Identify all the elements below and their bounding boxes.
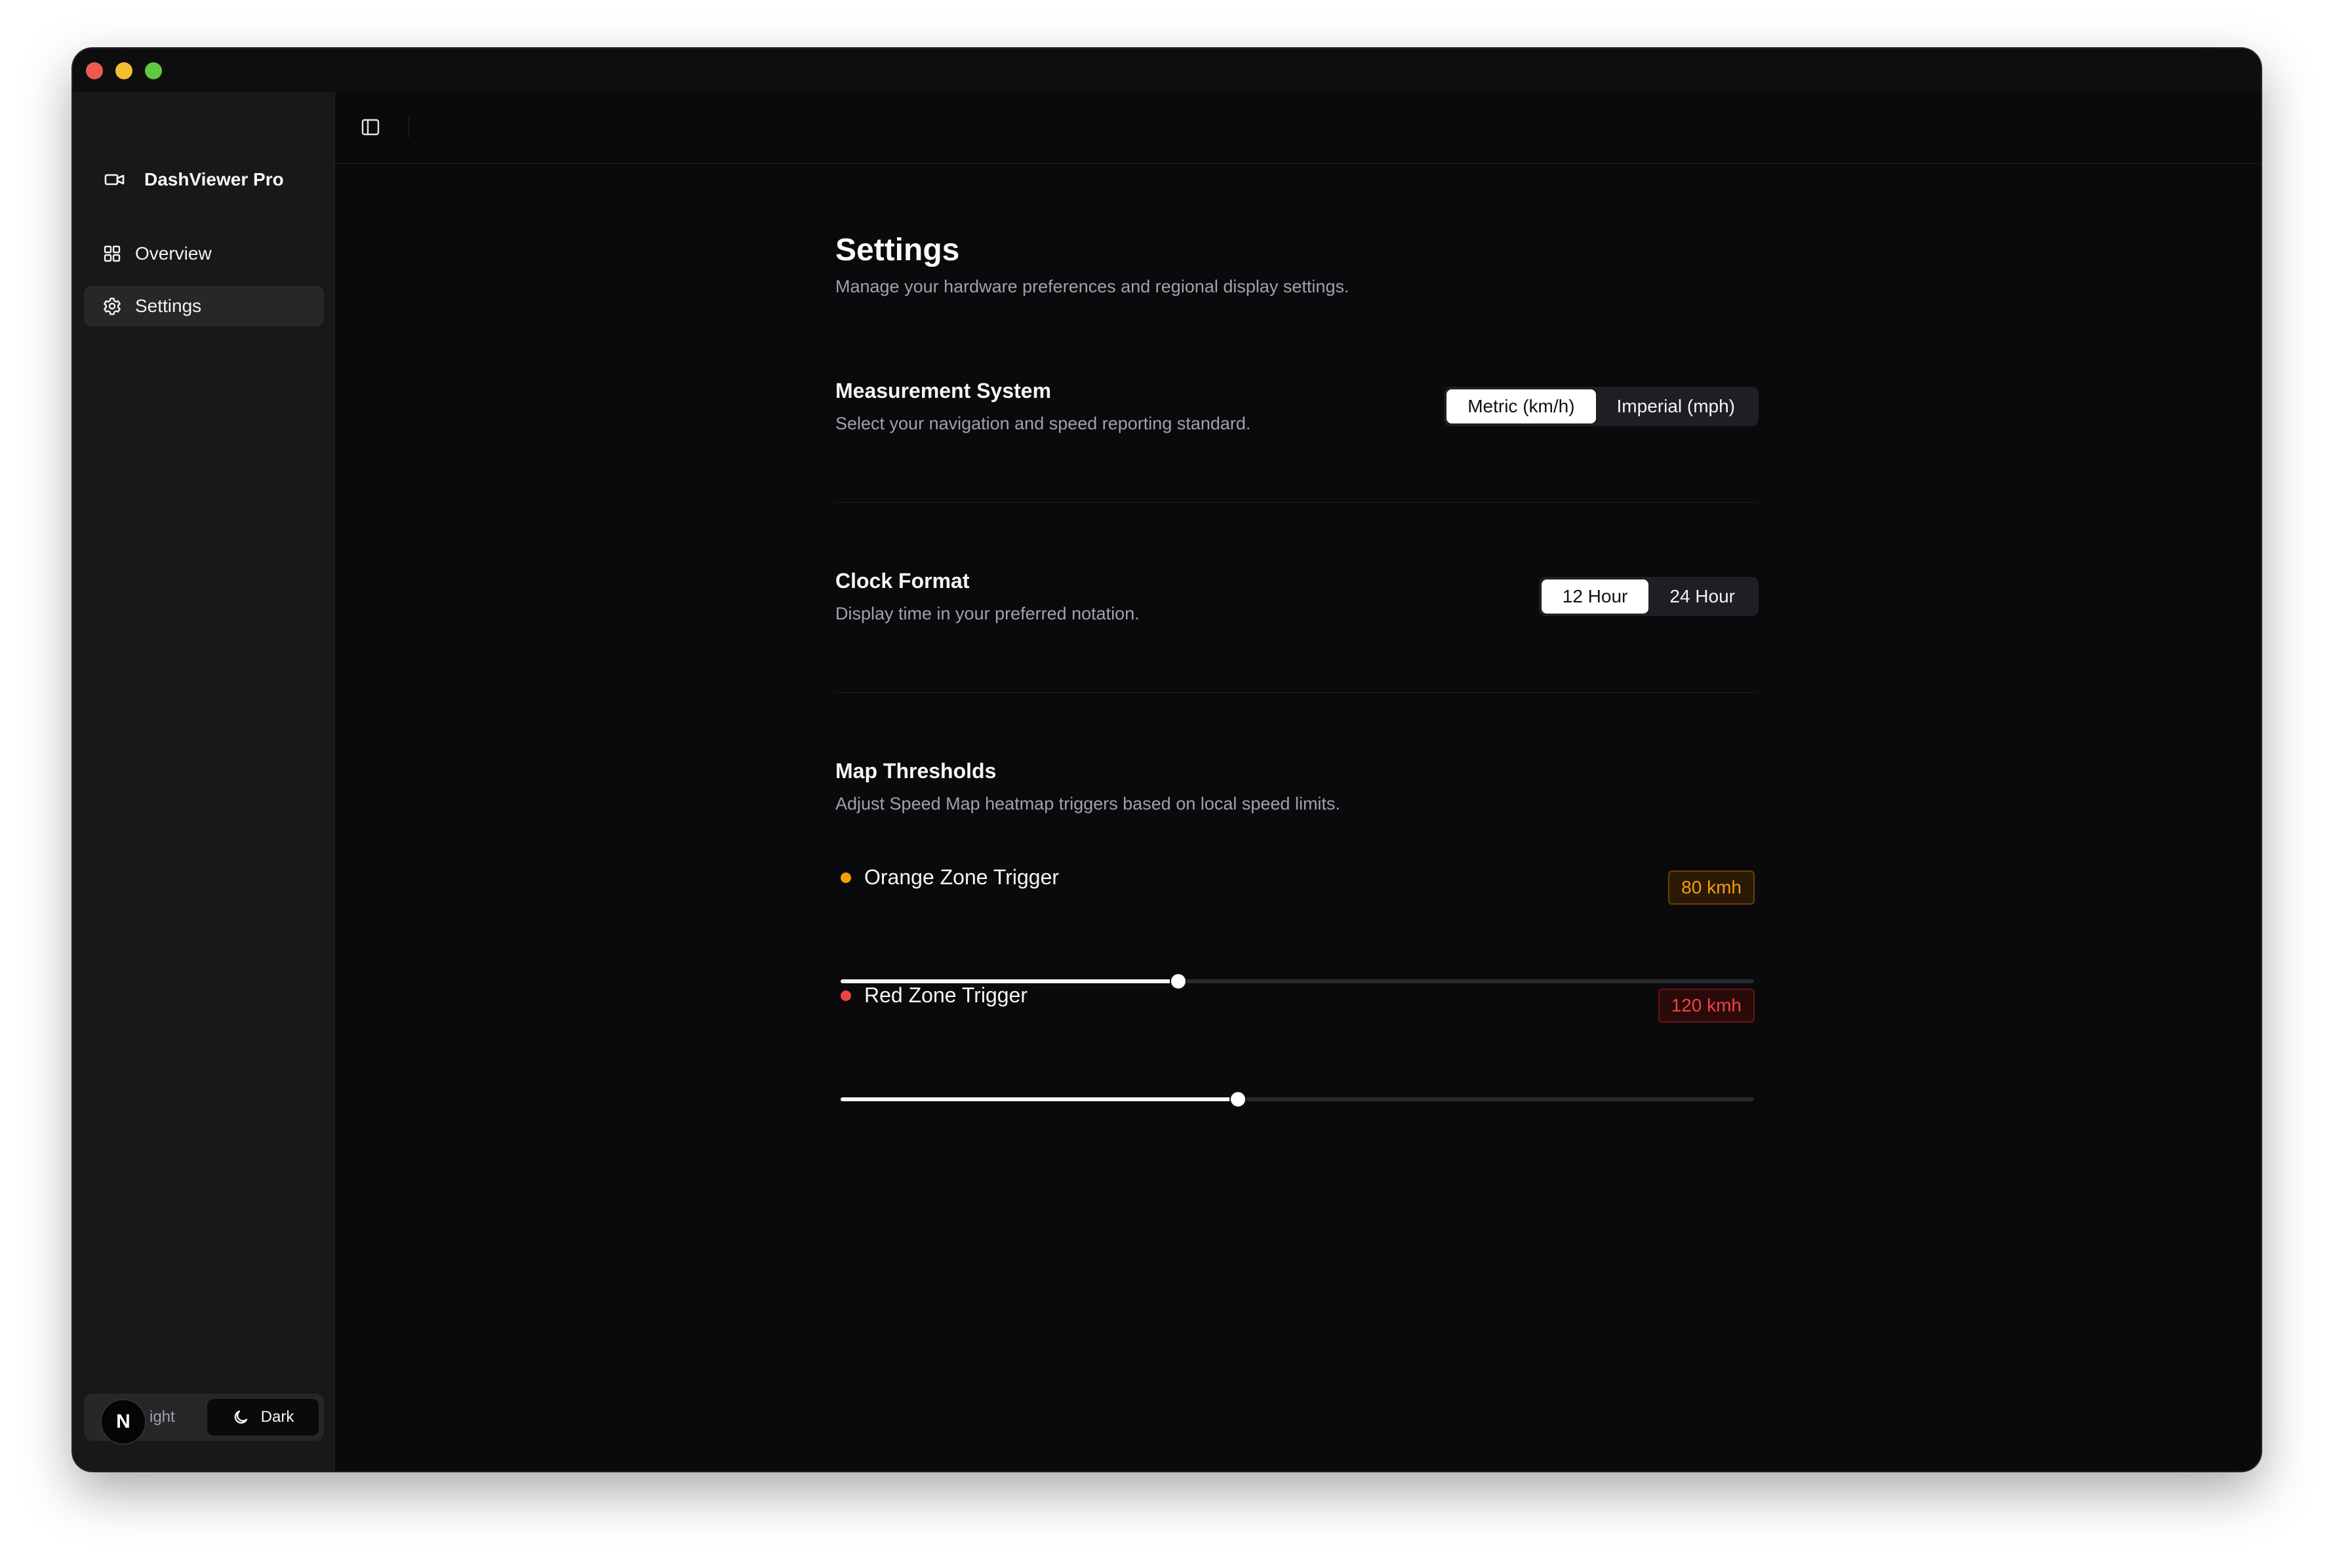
clock-title: Clock Format (835, 569, 970, 593)
sidebar-item-overview[interactable]: Overview (84, 233, 324, 274)
sidebar-item-settings[interactable]: Settings (84, 286, 324, 326)
clock-description: Display time in your preferred notation. (835, 604, 1140, 623)
top-bar (335, 92, 2261, 164)
theme-dark-label: Dark (260, 1408, 294, 1426)
red-zone-slider[interactable] (841, 1089, 1754, 1109)
app-window: DashViewer Pro Overview Settings ight Da… (73, 49, 2261, 1471)
slider-handle[interactable] (1170, 973, 1187, 990)
orange-dot-icon (841, 872, 851, 883)
window-titlebar (73, 49, 2261, 92)
gear-icon (104, 298, 121, 315)
orange-zone-text: Orange Zone Trigger (864, 865, 1060, 889)
24-hour-option[interactable]: 24 Hour (1648, 579, 1756, 614)
sidebar-toggle-icon[interactable] (360, 117, 381, 138)
orange-zone-value-badge: 80 kmh (1668, 871, 1755, 905)
page-title: Settings (835, 233, 960, 267)
red-zone-text: Red Zone Trigger (864, 983, 1028, 1007)
avatar-initial: N (116, 1411, 130, 1432)
minimize-window-button[interactable] (115, 62, 132, 79)
measurement-description: Select your navigation and speed reporti… (835, 414, 1251, 433)
maximize-window-button[interactable] (145, 62, 162, 79)
imperial-option[interactable]: Imperial (mph) (1596, 389, 1756, 423)
metric-option[interactable]: Metric (km/h) (1446, 389, 1596, 423)
clock-segmented-control: 12 Hour 24 Hour (1538, 577, 1759, 616)
red-zone-label: Red Zone Trigger (841, 983, 1027, 1008)
sidebar-item-label: Overview (135, 243, 212, 264)
slider-fill (841, 1097, 1238, 1101)
measurement-title: Measurement System (835, 379, 1052, 402)
section-divider (835, 502, 1759, 503)
section-divider (835, 692, 1759, 693)
thresholds-title: Map Thresholds (835, 759, 997, 783)
grid-icon (104, 245, 121, 262)
avatar[interactable]: N (100, 1399, 146, 1445)
theme-light-label: ight (150, 1408, 175, 1426)
app-brand: DashViewer Pro (104, 169, 284, 190)
theme-dark-button[interactable]: Dark (207, 1399, 319, 1436)
video-camera-icon (104, 174, 125, 186)
page-subtitle: Manage your hardware preferences and reg… (835, 277, 1349, 296)
red-dot-icon (841, 990, 851, 1001)
sidebar: DashViewer Pro Overview Settings ight Da… (73, 92, 335, 1471)
app-name: DashViewer Pro (144, 169, 284, 189)
12-hour-option[interactable]: 12 Hour (1541, 579, 1649, 614)
orange-zone-label: Orange Zone Trigger (841, 865, 1059, 890)
close-window-button[interactable] (86, 62, 103, 79)
slider-handle[interactable] (1229, 1091, 1246, 1108)
measurement-segmented-control: Metric (km/h) Imperial (mph) (1444, 387, 1759, 426)
moon-icon (234, 1410, 247, 1424)
sidebar-item-label: Settings (135, 296, 202, 316)
red-zone-value-badge: 120 kmh (1658, 989, 1755, 1023)
thresholds-description: Adjust Speed Map heatmap triggers based … (835, 794, 1340, 813)
